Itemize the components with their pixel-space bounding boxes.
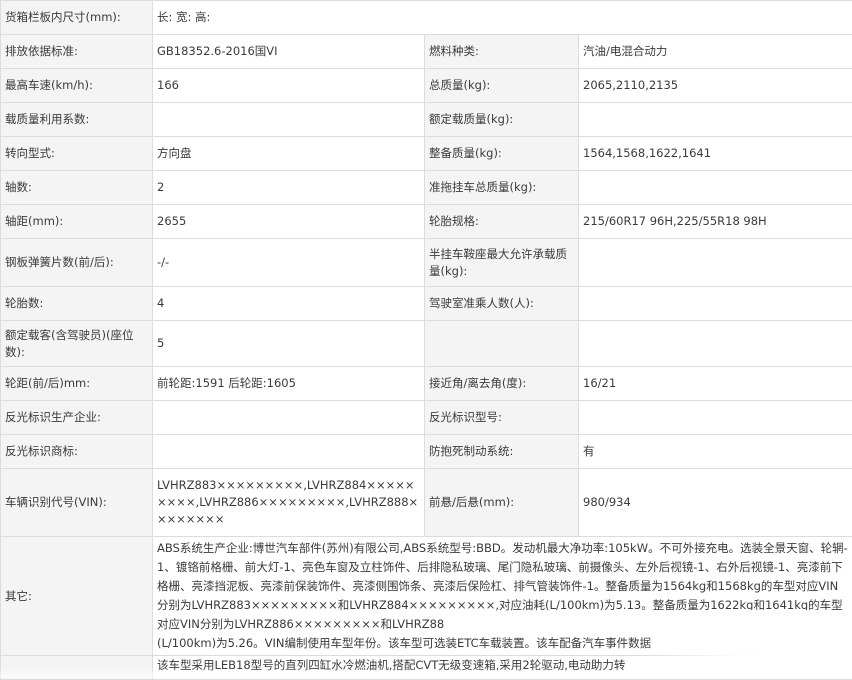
table-row: 反光标识商标: 防抱死制动系统: 有 — [1, 435, 852, 469]
value-axle-count: 2 — [153, 171, 425, 205]
other-text: ABS系统生产企业:博世汽车部件(苏州)有限公司,ABS系统型号:BBD。发动机… — [157, 539, 848, 634]
value-steering-type: 方向盘 — [153, 137, 425, 171]
table-row: 轴距(mm): 2655 轮胎规格: 215/60R17 96H,225/55R… — [1, 205, 852, 239]
label-tire-spec: 轮胎规格: — [425, 205, 579, 239]
label-saddle-load: 半挂车鞍座最大允许承载质量(kg): — [425, 239, 579, 287]
table-row: 钢板弹簧片数(前/后): -/- 半挂车鞍座最大允许承载质量(kg): — [1, 239, 852, 287]
value-rated-passengers: 5 — [153, 321, 425, 367]
label-vin: 车辆识别代号(VIN): — [1, 469, 153, 537]
value-reflector-maker — [153, 401, 425, 435]
table-row: 转向型式: 方向盘 整备质量(kg): 1564,1568,1622,1641 — [1, 137, 852, 171]
value-fuel-type: 汽油/电混合动力 — [579, 35, 852, 69]
table-row: 轮距(前/后)mm: 前轮距:1591 后轮距:1605 接近角/离去角(度):… — [1, 367, 852, 401]
value-tire-count: 4 — [153, 287, 425, 321]
table-row: 货箱栏板内尺寸(mm): 长: 宽: 高: — [1, 1, 852, 35]
table-row: 载质量利用系数: 额定载质量(kg): — [1, 103, 852, 137]
value-emission-standard: GB18352.6-2016国VI — [153, 35, 425, 69]
value-cargo-box-size: 长: 宽: 高: — [153, 1, 852, 35]
value-approach-departure: 16/21 — [579, 367, 852, 401]
label-emission-standard: 排放依据标准: — [1, 35, 153, 69]
table-row: 最高车速(km/h): 166 总质量(kg): 2065,2110,2135 — [1, 69, 852, 103]
label-tire-count: 轮胎数: — [1, 287, 153, 321]
label-trailer-mass: 准拖挂车总质量(kg): — [425, 171, 579, 205]
value-curb-mass: 1564,1568,1622,1641 — [579, 137, 852, 171]
value-overhang: 980/934 — [579, 469, 852, 537]
label-load-coefficient: 载质量利用系数: — [1, 103, 153, 137]
label-approach-departure: 接近角/离去角(度): — [425, 367, 579, 401]
table-row: 额定载客(含驾驶员)(座位数): 5 — [1, 321, 852, 367]
label-axle-count: 轴数: — [1, 171, 153, 205]
table-row: 该车型采用LEB18型号的直列四缸水冷燃油机,搭配CVT无级变速箱,采用2轮驱动… — [1, 656, 852, 680]
value-other: ABS系统生产企业:博世汽车部件(苏州)有限公司,ABS系统型号:BBD。发动机… — [153, 537, 852, 656]
table-row: 排放依据标准: GB18352.6-2016国VI 燃料种类: 汽油/电混合动力 — [1, 35, 852, 69]
label-reflector-maker: 反光标识生产企业: — [1, 401, 153, 435]
value-max-speed: 166 — [153, 69, 425, 103]
label-wheelbase: 轴距(mm): — [1, 205, 153, 239]
label-leaf-springs: 钢板弹簧片数(前/后): — [1, 239, 153, 287]
label-reflector-model: 反光标识型号: — [425, 401, 579, 435]
value-rated-load — [579, 103, 852, 137]
label-steering-type: 转向型式: — [1, 137, 153, 171]
label-fuel-type: 燃料种类: — [425, 35, 579, 69]
label-track-width: 轮距(前/后)mm: — [1, 367, 153, 401]
label-cab-seats: 驾驶室准乘人数(人): — [425, 287, 579, 321]
label-blank — [1, 656, 153, 680]
table-row: 反光标识生产企业: 反光标识型号: — [1, 401, 852, 435]
label-curb-mass: 整备质量(kg): — [425, 137, 579, 171]
value-empty — [579, 321, 852, 367]
value-reflector-brand — [153, 435, 425, 469]
value-load-coefficient — [153, 103, 425, 137]
label-overhang: 前悬/后悬(mm): — [425, 469, 579, 537]
value-vin: LVHRZ883×××××××××,LVHRZ884×××××××××,LVHR… — [153, 469, 425, 537]
label-empty — [425, 321, 579, 367]
table-row: 轴数: 2 准拖挂车总质量(kg): — [1, 171, 852, 205]
value-tire-spec: 215/60R17 96H,225/55R18 98H — [579, 205, 852, 239]
value-track-width: 前轮距:1591 后轮距:1605 — [153, 367, 425, 401]
label-max-speed: 最高车速(km/h): — [1, 69, 153, 103]
table-row: 轮胎数: 4 驾驶室准乘人数(人): — [1, 287, 852, 321]
label-total-mass: 总质量(kg): — [425, 69, 579, 103]
label-other: 其它: — [1, 537, 153, 656]
value-total-mass: 2065,2110,2135 — [579, 69, 852, 103]
label-abs: 防抱死制动系统: — [425, 435, 579, 469]
label-reflector-brand: 反光标识商标: — [1, 435, 153, 469]
table-row: 车辆识别代号(VIN): LVHRZ883×××××××××,LVHRZ884×… — [1, 469, 852, 537]
label-rated-load: 额定载质量(kg): — [425, 103, 579, 137]
value-saddle-load — [579, 239, 852, 287]
value-leaf-springs: -/- — [153, 239, 425, 287]
spec-table: 货箱栏板内尺寸(mm): 长: 宽: 高: 排放依据标准: GB18352.6-… — [0, 0, 852, 680]
value-reflector-model — [579, 401, 852, 435]
value-wheelbase: 2655 — [153, 205, 425, 239]
value-trailer-mass — [579, 171, 852, 205]
label-rated-passengers: 额定载客(含驾驶员)(座位数): — [1, 321, 153, 367]
value-cab-seats — [579, 287, 852, 321]
other-text-continued: (L/100km)为5.26。VIN编制使用车型年份。该车型可选装ETC车载装置… — [157, 634, 848, 653]
label-cargo-box-size: 货箱栏板内尺寸(mm): — [1, 1, 153, 35]
table-row: 其它: ABS系统生产企业:博世汽车部件(苏州)有限公司,ABS系统型号:BBD… — [1, 537, 852, 656]
value-engine-note: 该车型采用LEB18型号的直列四缸水冷燃油机,搭配CVT无级变速箱,采用2轮驱动… — [153, 656, 852, 680]
value-abs: 有 — [579, 435, 852, 469]
